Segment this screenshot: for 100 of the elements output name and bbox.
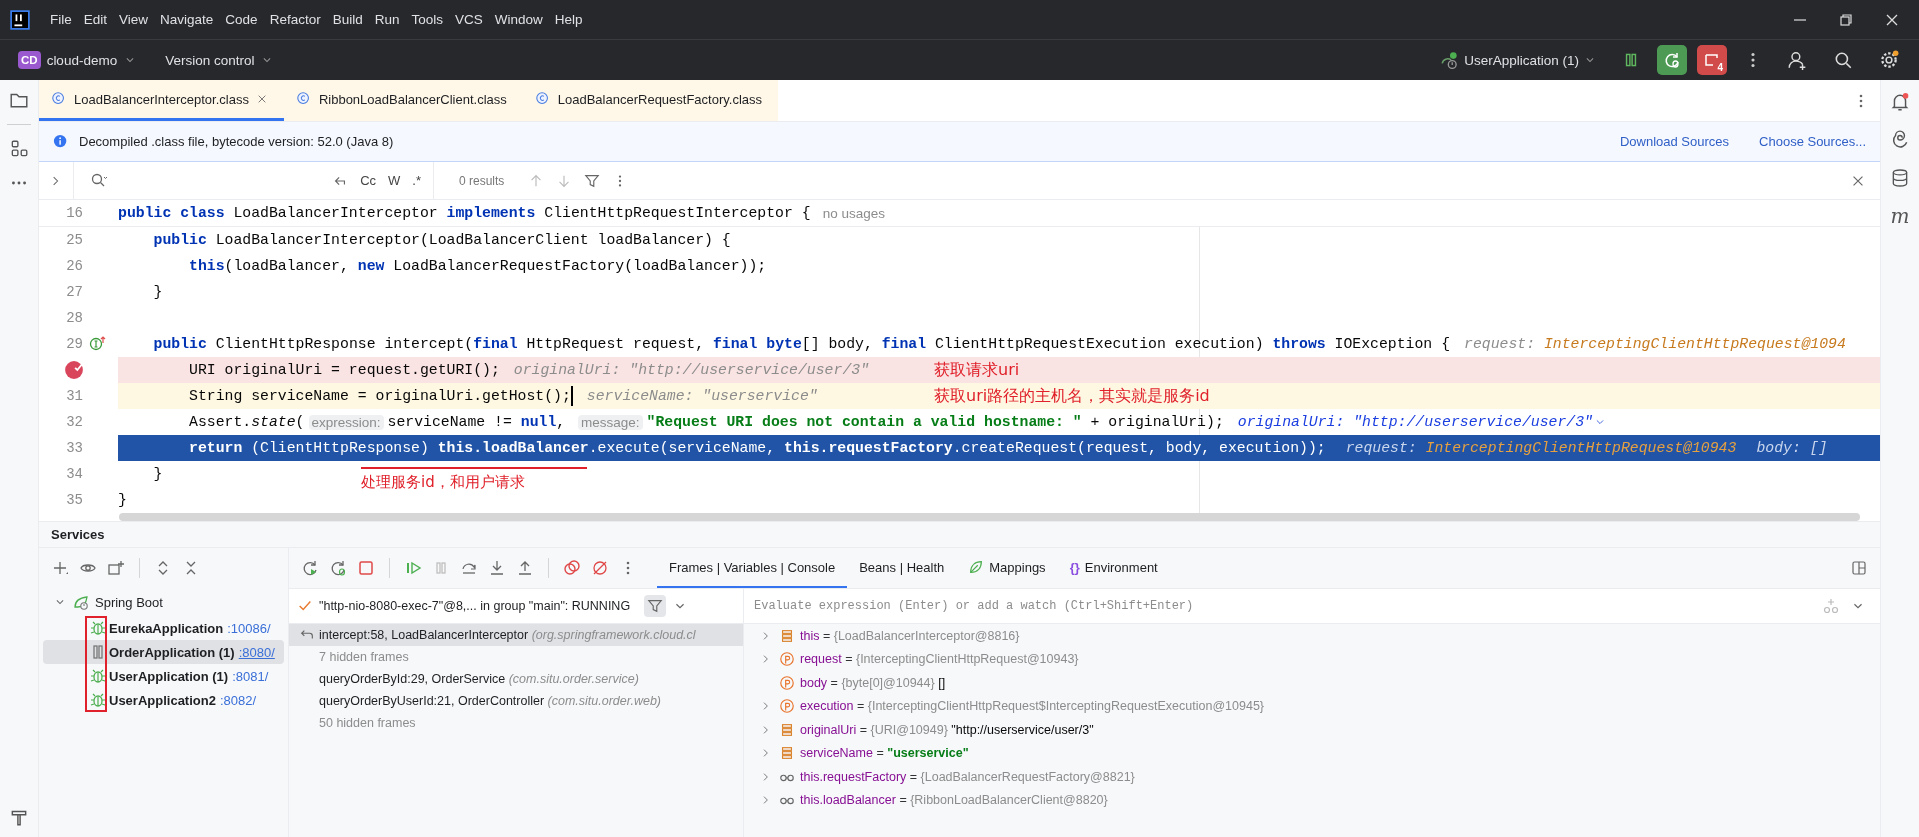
stop-button[interactable]: 4 — [1697, 45, 1727, 75]
stop-icon[interactable] — [357, 559, 375, 577]
structure-icon[interactable] — [9, 139, 29, 159]
menu-item[interactable]: View — [119, 12, 149, 27]
line-number: 33 — [65, 440, 83, 456]
tree-item[interactable]: UserApplication2 :8082/ — [43, 688, 284, 712]
line-number: 34 — [65, 466, 83, 482]
variable-row[interactable]: serviceName = "userservice" — [744, 741, 1880, 765]
tree-node[interactable]: Spring Boot — [39, 588, 288, 616]
menu-item[interactable]: Tools — [411, 12, 443, 27]
filter-icon — [647, 598, 664, 614]
menu-item[interactable]: VCS — [455, 12, 483, 27]
stack-frame[interactable]: intercept:58, LoadBalancerInterceptor (org.springframework.cloud.cl — [289, 624, 743, 646]
add-user-icon[interactable] — [1787, 50, 1807, 70]
annotation-note: 获取uri路径的主机名，其实就是服务id — [934, 385, 1210, 407]
database-icon[interactable] — [1890, 168, 1910, 188]
variable-row[interactable]: originalUri = {URI@10949} "http://userservice/user/3" — [744, 718, 1880, 742]
rerun-debug-icon[interactable] — [329, 559, 347, 577]
menu-item[interactable]: File — [50, 12, 72, 27]
inline-value: request: InterceptingClientHttpRequest@10943 — [1345, 440, 1737, 456]
tree-item[interactable]: EurekaApplication :10086/ — [43, 616, 284, 640]
stop-count: 4 — [1717, 62, 1723, 73]
new-tab-icon[interactable] — [107, 559, 125, 577]
menu-item[interactable]: Refactor — [269, 12, 321, 27]
class-icon — [51, 91, 67, 107]
rerun-icon[interactable] — [301, 559, 319, 577]
info-message: Decompiled .class file, bytecode version: 52.0 (Java 8) — [79, 134, 394, 149]
panel-tab[interactable]: {} Environment — [1057, 548, 1170, 588]
step-out-icon[interactable] — [516, 559, 534, 577]
settings-icon[interactable] — [1879, 50, 1899, 70]
add-icon[interactable] — [51, 559, 69, 577]
project-selector[interactable]: CD cloud-demo — [12, 47, 144, 73]
line-number: 32 — [65, 414, 83, 430]
code-text: serviceName != null, — [387, 414, 567, 430]
code-text: public ClientHttpResponse intercept(final HttpRequest request, final byte[] body, final ClientHttpRequestExecution execution) throws IOException { — [152, 336, 1450, 352]
stack-frame[interactable]: queryOrderByUserId:21, OrderController (com.situ.order.web) — [289, 690, 743, 712]
link[interactable]: Download Sources — [1619, 134, 1730, 149]
editor-tab[interactable]: LoadBalancerInterceptor.class — [39, 80, 284, 121]
menu-item[interactable]: Build — [332, 12, 363, 27]
port-link[interactable]: :8081/ — [232, 668, 269, 684]
menu-item[interactable]: Code — [225, 12, 258, 27]
inlay-hint: expression: — [308, 414, 384, 430]
line-number: 35 — [65, 492, 83, 508]
leaf-icon — [968, 559, 985, 575]
implements-icon[interactable] — [89, 335, 107, 353]
vcs-selector[interactable]: Version control — [159, 48, 281, 72]
panel-tab[interactable]: Mappings — [956, 548, 1058, 588]
option-toggle[interactable]: .* — [412, 173, 421, 188]
search-field[interactable]: Cc W .* — [74, 162, 434, 199]
variable-row[interactable]: this.requestFactory = {LoadBalancerRequestFactory@8821} — [744, 765, 1880, 789]
mute-breakpoints-icon[interactable] — [591, 559, 609, 577]
inline-value: request: InterceptingClientHttpRequest@1094 — [1464, 336, 1846, 352]
tree-item[interactable]: UserApplication (1) :8081/ — [43, 664, 284, 688]
debug-rerun-button[interactable] — [1657, 45, 1687, 75]
resume-icon[interactable] — [404, 559, 422, 577]
code-text: return (ClientHttpResponse) this.loadBalancer.execute(serviceName, this.requestFactory.createRequest(request, body, execution)); — [188, 440, 1326, 456]
line-number: 29 — [65, 336, 83, 352]
menu-item[interactable]: Edit — [83, 12, 108, 27]
scrollbar[interactable] — [119, 513, 1860, 521]
notifications-icon[interactable] — [1890, 92, 1910, 112]
parameter-icon — [779, 698, 795, 715]
link[interactable]: Choose Sources... — [1759, 134, 1866, 149]
maven-icon[interactable]: m — [1890, 206, 1910, 226]
breakpoint-icon[interactable] — [64, 360, 84, 380]
filter-button[interactable] — [644, 595, 667, 617]
service-name: UserApplication2 — [109, 692, 216, 708]
panel-tab[interactable]: Beans | Health — [847, 548, 957, 588]
usages-hint[interactable]: no usages — [822, 205, 885, 221]
parameter-icon — [779, 674, 795, 691]
editor-tab[interactable]: RibbonLoadBalancerClient.class — [283, 80, 523, 121]
line-number: 26 — [65, 258, 83, 274]
filter-icon[interactable] — [584, 172, 601, 189]
port-link[interactable]: :10086/ — [227, 620, 271, 636]
variable-row[interactable]: body = {byte[0]@10944} [] — [744, 671, 1880, 695]
field-icon — [779, 745, 795, 762]
menu-item[interactable]: Window — [494, 12, 543, 27]
inline-value: originalUri: "http://userservice/user/3" — [513, 362, 869, 378]
variable-row[interactable]: this = {LoadBalancerInterceptor@8816} — [744, 624, 1880, 648]
port-link[interactable]: :8080/ — [238, 644, 275, 660]
inline-value: body: [] — [1756, 440, 1828, 456]
step-into-icon[interactable] — [488, 559, 506, 577]
editor-tab[interactable]: LoadBalancerRequestFactory.class — [522, 80, 779, 121]
port-link[interactable]: :8082/ — [219, 692, 257, 708]
tree-item[interactable]: OrderApplication (1) :8080/ — [43, 640, 284, 664]
variable-row[interactable]: this.loadBalancer = {RibbonLoadBalancerClient@8820} — [744, 788, 1880, 812]
menu-item[interactable]: Run — [374, 12, 400, 27]
stack-frame[interactable]: queryOrderById:29, OrderService (com.situ.order.service) — [289, 668, 743, 690]
variable-row[interactable]: request = {InterceptingClientHttpRequest@10943} — [744, 647, 1880, 671]
run-configuration[interactable]: UserApplication (1) — [1440, 50, 1597, 70]
menu-item[interactable]: Help — [554, 12, 583, 27]
option-toggle[interactable]: Cc — [360, 173, 377, 188]
option-toggle[interactable]: W — [388, 173, 401, 188]
search-icon[interactable] — [1833, 50, 1853, 70]
layout-icon[interactable] — [1850, 559, 1868, 577]
app-logo-icon[interactable] — [10, 9, 30, 30]
breakpoints-icon[interactable] — [563, 559, 581, 577]
variable-row[interactable]: execution = {InterceptingClientHttpRequest$InterceptingRequestExecution@10945} — [744, 694, 1880, 718]
spiral-icon[interactable] — [1890, 130, 1910, 150]
info-icon — [53, 133, 69, 150]
menu-item[interactable]: Navigate — [160, 12, 214, 27]
